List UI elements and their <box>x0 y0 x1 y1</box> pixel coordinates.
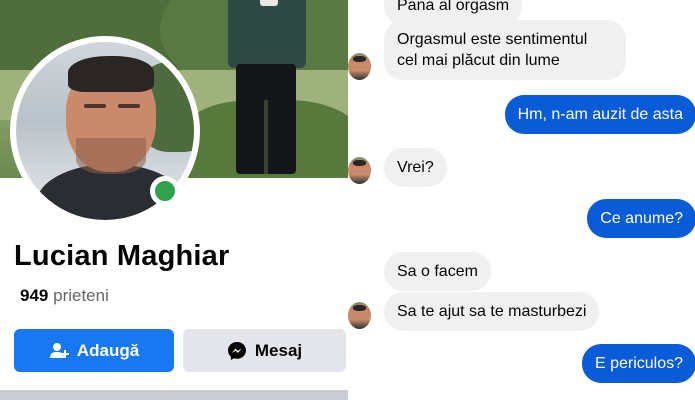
message-bubble-sent: E periculos? <box>581 344 695 383</box>
message-line: cel mai plăcut din lume <box>397 52 560 69</box>
avatar-brow <box>84 104 106 108</box>
person-collar <box>260 0 278 6</box>
avatar-brow <box>118 104 140 108</box>
cover-person <box>222 0 312 178</box>
avatar-beard <box>76 138 146 174</box>
message-bubble-sent: Hm, n-am auzit de asta <box>504 95 695 134</box>
message-bubble-received: Vrei? <box>384 148 447 187</box>
message-bubble-sent: Ce anume? <box>587 199 695 238</box>
add-friend-icon <box>49 342 69 358</box>
message-label: Mesaj <box>254 340 303 360</box>
sender-avatar <box>348 302 371 329</box>
friends-number: 949 <box>20 286 49 305</box>
add-friend-label: Adaugă <box>76 340 140 360</box>
section-divider <box>0 390 348 400</box>
profile-name: Lucian Maghiar <box>14 240 230 272</box>
message-button[interactable]: Mesaj <box>183 329 346 372</box>
message-bubble-received: Sa te ajut sa te masturbezi <box>384 292 600 331</box>
sender-avatar <box>348 157 371 184</box>
friends-count[interactable]: 949 prieteni <box>20 286 109 306</box>
online-status-dot <box>150 176 180 206</box>
sender-avatar <box>348 53 371 80</box>
person-jacket <box>228 0 306 68</box>
chat-panel: Pana al orgasm Orgasmul este sentimentul… <box>348 0 695 400</box>
person-leg-gap <box>264 100 268 174</box>
friends-label: prieteni <box>53 286 109 305</box>
message-bubble-received: Orgasmul este sentimentul cel mai plăcut… <box>384 20 626 80</box>
profile-card: Lucian Maghiar 949 prieteni Adaugă Mesaj <box>0 0 348 400</box>
message-bubble-received: Sa o facem <box>384 252 491 291</box>
message-line: Orgasmul este sentimentul <box>397 31 588 48</box>
avatar-hair <box>68 56 154 92</box>
add-friend-button[interactable]: Adaugă <box>14 329 174 372</box>
messenger-icon <box>227 341 246 360</box>
